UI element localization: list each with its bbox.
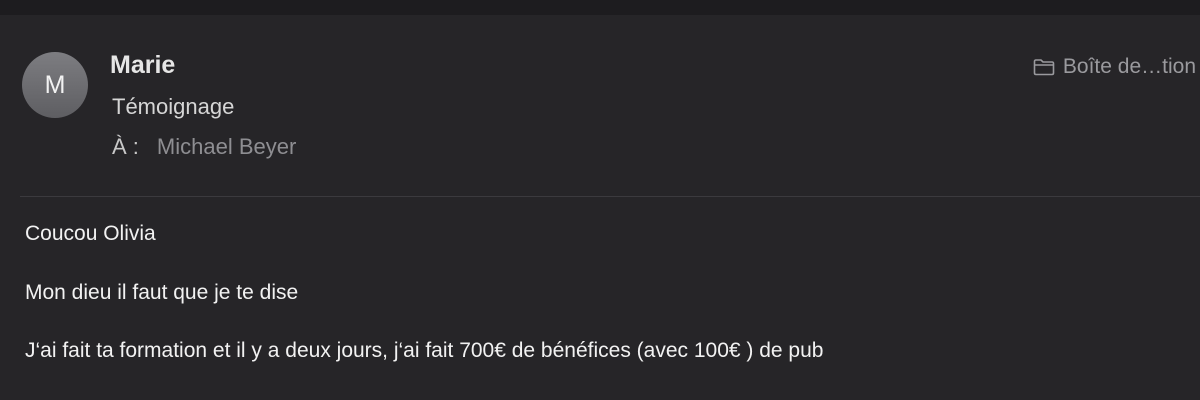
header-divider xyxy=(20,196,1200,197)
message-line: Coucou Olivia xyxy=(25,222,156,245)
email-subject: Témoignage xyxy=(112,94,235,119)
avatar-initial: M xyxy=(44,70,66,99)
window-top-bar xyxy=(0,0,1200,15)
recipient-name[interactable]: Michael Beyer xyxy=(157,134,296,160)
folder-label: Boîte de…tion xyxy=(1062,55,1196,78)
mailbox-folder-indicator[interactable]: Boîte de…tion xyxy=(1033,55,1196,79)
message-line: J‘ai fait ta formation et il y a deux jo… xyxy=(25,339,824,362)
recipient-row: À : Michael Beyer xyxy=(112,134,296,160)
sender-name[interactable]: Marie xyxy=(110,51,175,80)
to-label: À : xyxy=(112,134,139,159)
folder-icon xyxy=(1033,59,1055,76)
avatar[interactable]: M xyxy=(22,52,88,118)
message-line: Mon dieu il faut que je te dise xyxy=(25,281,299,304)
